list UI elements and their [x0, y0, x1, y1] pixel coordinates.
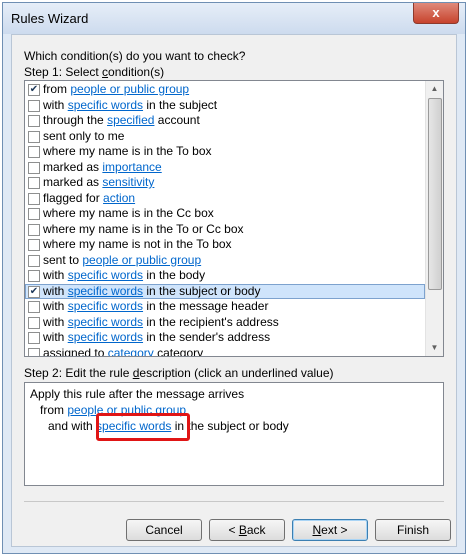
condition-checkbox[interactable]: [28, 192, 40, 205]
condition-link[interactable]: specific words: [68, 284, 143, 298]
condition-checkbox[interactable]: [28, 115, 40, 127]
condition-row[interactable]: through the specified account: [25, 113, 425, 129]
condition-checkbox[interactable]: [28, 130, 40, 143]
condition-checkbox[interactable]: [28, 99, 40, 112]
finish-button[interactable]: Finish: [375, 519, 451, 541]
condition-checkbox[interactable]: [28, 239, 40, 251]
condition-checkbox[interactable]: [28, 347, 40, 356]
next-button[interactable]: Next >: [292, 519, 368, 541]
condition-row[interactable]: with specific words in the sender's addr…: [25, 330, 425, 346]
cancel-button[interactable]: Cancel: [126, 519, 202, 541]
condition-row[interactable]: where my name is in the Cc box: [25, 206, 425, 222]
condition-row[interactable]: where my name is not in the To box: [25, 237, 425, 253]
condition-row[interactable]: where my name is in the To box: [25, 144, 425, 160]
close-button[interactable]: x: [413, 3, 459, 24]
step2-label: Step 2: Edit the rule description (click…: [24, 366, 334, 380]
condition-text: with: [43, 268, 68, 282]
condition-row[interactable]: with specific words in the body: [25, 268, 425, 284]
condition-text: through the: [43, 113, 108, 127]
condition-text: where my name is in the Cc box: [43, 206, 214, 220]
condition-text: in the subject: [143, 97, 218, 112]
condition-text: in the sender's address: [143, 330, 271, 344]
condition-row[interactable]: flagged for action: [25, 191, 425, 207]
condition-row[interactable]: with specific words in the subject: [25, 98, 425, 114]
condition-link[interactable]: action: [103, 191, 135, 205]
condition-text: with: [43, 283, 68, 298]
condition-link[interactable]: people or public group: [70, 82, 189, 96]
scroll-thumb[interactable]: [428, 98, 442, 290]
condition-row[interactable]: with specific words in the message heade…: [25, 299, 425, 315]
rule-description-box: Apply this rule after the message arrive…: [24, 382, 444, 486]
close-icon: x: [432, 5, 440, 20]
condition-checkbox[interactable]: [28, 161, 40, 174]
condition-text: from: [43, 82, 71, 96]
condition-link[interactable]: specific words: [68, 315, 143, 329]
back-button[interactable]: < Back: [209, 519, 285, 541]
description-line-1: Apply this rule after the message arrive…: [30, 387, 245, 401]
condition-link[interactable]: sensitivity: [102, 175, 154, 189]
condition-text: sent only to me: [43, 128, 125, 143]
condition-text: with: [43, 314, 68, 329]
condition-text: where my name is in the To or Cc box: [43, 221, 244, 236]
condition-text: category: [153, 345, 204, 357]
condition-text: with: [43, 97, 68, 112]
condition-link[interactable]: importance: [102, 160, 161, 174]
condition-checkbox[interactable]: [28, 177, 40, 189]
conditions-rows: ✔ from people or public group with specifi…: [25, 82, 425, 357]
condition-checkbox[interactable]: [28, 301, 40, 313]
condition-text: marked as: [43, 175, 103, 189]
condition-row[interactable]: marked as importance: [25, 160, 425, 176]
condition-link[interactable]: category: [108, 346, 154, 357]
condition-text: marked as: [43, 159, 103, 174]
condition-checkbox[interactable]: [28, 223, 40, 236]
condition-link[interactable]: people or public group: [82, 253, 201, 267]
condition-link[interactable]: specified: [107, 113, 154, 127]
condition-row[interactable]: ✔ from people or public group: [25, 82, 425, 98]
condition-text: in the message header: [143, 299, 269, 313]
question-label: Which condition(s) do you want to check?: [24, 49, 246, 63]
condition-row[interactable]: with specific words in the recipient's a…: [25, 315, 425, 331]
condition-link[interactable]: specific words: [68, 299, 143, 313]
condition-text: where my name is in the To box: [43, 144, 212, 158]
conditions-scrollbar[interactable]: ▲ ▼: [425, 81, 443, 356]
title-bar: Rules Wizard x: [3, 3, 465, 34]
scroll-up-icon[interactable]: ▲: [426, 81, 443, 97]
condition-checkbox[interactable]: [28, 146, 40, 158]
window-title: Rules Wizard: [11, 11, 89, 26]
condition-row[interactable]: sent only to me: [25, 129, 425, 145]
condition-text: in the recipient's address: [143, 314, 279, 329]
condition-link[interactable]: specific words: [68, 268, 143, 282]
condition-row[interactable]: marked as sensitivity: [25, 175, 425, 191]
condition-checkbox[interactable]: [28, 332, 40, 344]
condition-link[interactable]: specific words: [68, 330, 143, 344]
condition-checkbox[interactable]: [28, 270, 40, 282]
condition-row[interactable]: ✔ with specific words in the subject or b…: [25, 283, 425, 299]
condition-text: with: [43, 299, 68, 313]
condition-checkbox[interactable]: [28, 208, 40, 220]
condition-link[interactable]: specific words: [68, 98, 143, 112]
button-separator: [24, 501, 444, 502]
condition-text: with: [43, 330, 68, 344]
condition-text: sent to: [43, 252, 83, 267]
condition-row[interactable]: sent to people or public group: [25, 253, 425, 269]
condition-text: flagged for: [43, 190, 104, 205]
condition-text: where my name is not in the To box: [43, 237, 232, 251]
condition-row[interactable]: where my name is in the To or Cc box: [25, 222, 425, 238]
wizard-body: Which condition(s) do you want to check?…: [11, 34, 457, 547]
condition-checkbox[interactable]: [28, 316, 40, 329]
step1-label: Step 1: Select condition(s): [24, 65, 165, 79]
condition-text: in the body: [143, 268, 206, 282]
condition-text: in the subject or body: [143, 283, 261, 298]
condition-checkbox[interactable]: [28, 254, 40, 267]
condition-text: account: [154, 113, 200, 127]
condition-checkbox[interactable]: ✔: [28, 84, 40, 96]
condition-row[interactable]: assigned to category category: [25, 345, 425, 357]
highlight-box: [96, 413, 190, 441]
scroll-down-icon[interactable]: ▼: [426, 340, 443, 356]
condition-text: assigned to: [43, 345, 108, 357]
condition-checkbox[interactable]: ✔: [28, 285, 40, 298]
conditions-list[interactable]: ✔ from people or public group with specifi…: [24, 80, 444, 357]
rules-wizard-window: Rules Wizard x Which condition(s) do you…: [2, 2, 466, 554]
